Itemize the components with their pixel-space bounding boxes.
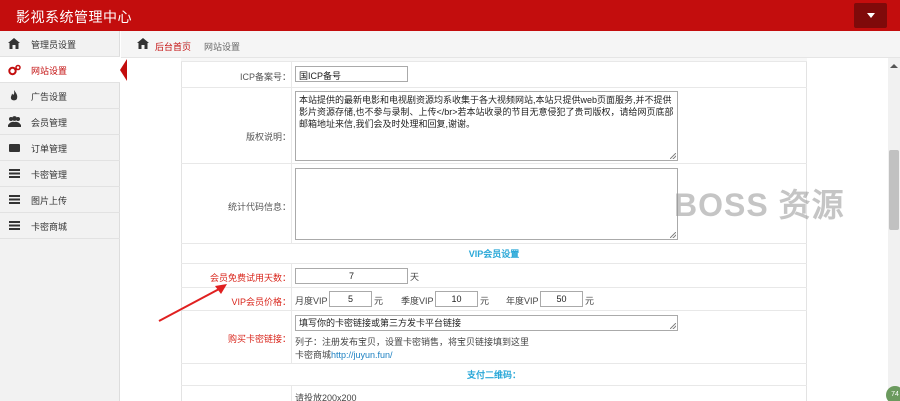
vip-price-row: VIP会员价格： 月度VIP 5 元 季度VIP 10 元 年度VIP 50 元 [181, 288, 807, 311]
breadcrumb-separator: / [185, 39, 188, 49]
breadcrumb: 后台首页 / 网站设置 [121, 31, 900, 58]
sidebar-item-cards[interactable]: 卡密管理 [0, 161, 120, 187]
sidebar-item-ads[interactable]: 广告设置 [0, 83, 120, 109]
sidebar-item-label: 网站设置 [31, 66, 68, 76]
card-shop-prefix: 卡密商城 [295, 350, 332, 360]
scrollbar-thumb[interactable] [889, 150, 899, 230]
icp-label: ICP备案号： [239, 72, 291, 82]
sidebar-item-orders[interactable]: 订单管理 [0, 135, 120, 161]
card-link-row: 购买卡密链接： 填写你的卡密链接或第三方发卡平台链接 列子：注册发布宝贝，设置卡… [181, 311, 807, 364]
resize-grip-icon[interactable] [670, 153, 676, 159]
sidebar-item-label: 卡密管理 [31, 170, 68, 180]
card-shop-link[interactable]: http://juyun.fun/ [331, 350, 393, 360]
sidebar-item-admin[interactable]: 管理员设置 [0, 31, 120, 57]
card-icon [8, 142, 20, 154]
list-icon [8, 194, 20, 206]
quarterly-vip-unit: 元 [480, 296, 490, 306]
fire-icon [8, 90, 20, 102]
sidebar-item-label: 图片上传 [31, 196, 68, 206]
caret-down-icon [867, 13, 875, 18]
sidebar-item-label: 广告设置 [31, 92, 68, 102]
card-shop-line: 卡密商城http://juyun.fun/ [295, 348, 393, 361]
home-icon [8, 38, 20, 50]
watermark: BOSS 资源 [674, 187, 845, 223]
users-icon [8, 116, 21, 128]
annotation-arrow-icon [158, 284, 227, 322]
copyright-row: 版权说明： 本站提供的最新电影和电视剧资源均系收集于各大视频网站,本站只提供we… [181, 88, 807, 164]
monthly-vip-input[interactable]: 5 [329, 291, 372, 307]
yearly-vip-label: 年度VIP [506, 296, 539, 306]
top-bar: 影视系统管理中心 [0, 0, 900, 31]
user-menu-button[interactable] [854, 3, 887, 28]
card-link-input[interactable]: 填写你的卡密链接或第三方发卡平台链接 [295, 315, 678, 331]
sidebar-item-card-shop[interactable]: 卡密商城 [0, 213, 120, 239]
app-title: 影视系统管理中心 [16, 9, 132, 25]
sidebar-item-label: 会员管理 [31, 118, 68, 128]
sidebar-item-site-settings[interactable]: 网站设置 [0, 57, 127, 83]
card-link-text: 填写你的卡密链接或第三方发卡平台链接 [299, 318, 462, 328]
yearly-vip-input[interactable]: 50 [540, 291, 583, 307]
pay-qr-row: 请投放200x200 [181, 386, 807, 401]
trial-unit: 天 [410, 272, 420, 282]
sidebar-item-label: 卡密商城 [31, 222, 68, 232]
yearly-vip-unit: 元 [585, 296, 595, 306]
sidebar: 管理员设置 网站设置 广告设置 会员管理 订单管理 卡密管理 图片上传 卡密商城 [0, 31, 127, 401]
gears-icon [8, 64, 21, 76]
resize-grip-icon[interactable] [670, 323, 676, 329]
trial-row: 会员免费试用天数： 7 天 [181, 264, 807, 288]
pay-qr-hint: 请投放200x200 [295, 393, 357, 401]
copyright-text: 本站提供的最新电影和电视剧资源均系收集于各大视频网站,本站只提供web页面服务,… [299, 95, 674, 129]
settings-form: ICP备案号： 国ICP备号 版权说明： 本站提供的最新电影和电视剧资源均系收集… [121, 58, 900, 401]
list-icon [8, 220, 20, 232]
icp-row: ICP备案号： 国ICP备号 [181, 62, 807, 88]
stats-textarea[interactable] [295, 168, 678, 240]
stats-label: 统计代码信息： [227, 202, 291, 212]
home-icon [137, 38, 149, 49]
quarterly-vip-label: 季度VIP [401, 296, 434, 306]
vip-section-title: VIP会员设置 [181, 244, 807, 264]
sidebar-item-image-upload[interactable]: 图片上传 [0, 187, 120, 213]
copyright-label: 版权说明： [245, 132, 291, 142]
card-link-label: 购买卡密链接： [227, 334, 291, 344]
monthly-vip-label: 月度VIP [295, 296, 328, 306]
sidebar-item-label: 订单管理 [31, 144, 68, 154]
icp-input[interactable]: 国ICP备号 [295, 66, 408, 82]
corner-badge[interactable]: 74 [886, 386, 900, 401]
copyright-textarea[interactable]: 本站提供的最新电影和电视剧资源均系收集于各大视频网站,本站只提供web页面服务,… [295, 91, 678, 161]
breadcrumb-current: 网站设置 [204, 42, 241, 52]
sidebar-item-members[interactable]: 会员管理 [0, 109, 120, 135]
scroll-up-icon[interactable] [890, 64, 898, 68]
monthly-vip-unit: 元 [374, 296, 384, 306]
list-icon [8, 168, 20, 180]
trial-days-input[interactable]: 7 [295, 268, 408, 284]
card-link-hint: 列子：注册发布宝贝，设置卡密销售，将宝贝链接填到这里 [295, 337, 530, 347]
quarterly-vip-input[interactable]: 10 [435, 291, 478, 307]
pay-qr-section-title: 支付二维码： [181, 364, 807, 386]
sidebar-item-label: 管理员设置 [31, 40, 77, 50]
resize-grip-icon[interactable] [670, 232, 676, 238]
